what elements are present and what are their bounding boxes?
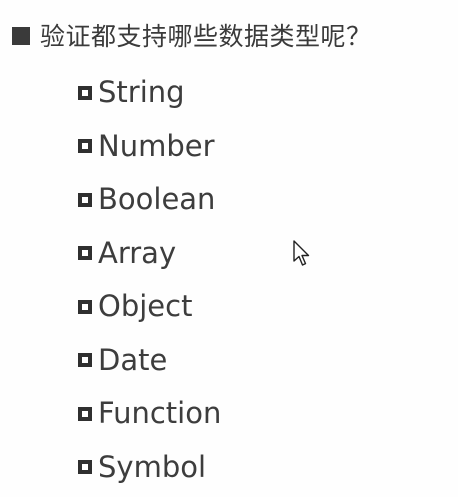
data-type-list: String Number Boolean Array Object Date …: [78, 66, 221, 494]
type-label-array: Array: [98, 235, 177, 270]
type-label-function: Function: [98, 396, 222, 431]
type-label-boolean: Boolean: [98, 182, 216, 217]
slide-heading: 验证都支持哪些数据类型呢？: [12, 16, 372, 56]
list-item: Function: [78, 387, 221, 441]
list-item: Number: [78, 120, 221, 174]
mouse-pointer-icon: [293, 240, 310, 266]
list-item: Symbol: [78, 441, 221, 495]
hollow-square-icon: [78, 85, 92, 100]
hollow-square-icon: [78, 460, 92, 475]
type-label-string: String: [98, 75, 185, 110]
list-item: Boolean: [78, 173, 221, 227]
list-item: Array: [78, 227, 221, 281]
hollow-square-icon: [78, 139, 92, 154]
list-item: Object: [78, 280, 221, 334]
hollow-square-icon: [78, 406, 92, 421]
hollow-square-icon: [78, 192, 92, 207]
filled-square-icon: [12, 27, 30, 45]
type-label-object: Object: [98, 289, 193, 324]
hollow-square-icon: [78, 353, 92, 368]
heading-text: 验证都支持哪些数据类型呢？: [40, 21, 372, 51]
type-label-symbol: Symbol: [98, 449, 207, 484]
hollow-square-icon: [78, 246, 92, 261]
hollow-square-icon: [78, 299, 92, 314]
list-item: Date: [78, 334, 221, 388]
list-item: String: [78, 66, 221, 120]
slide: 验证都支持哪些数据类型呢？ String Number Boolean Arra…: [0, 0, 458, 497]
type-label-date: Date: [98, 342, 168, 377]
type-label-number: Number: [98, 128, 215, 163]
